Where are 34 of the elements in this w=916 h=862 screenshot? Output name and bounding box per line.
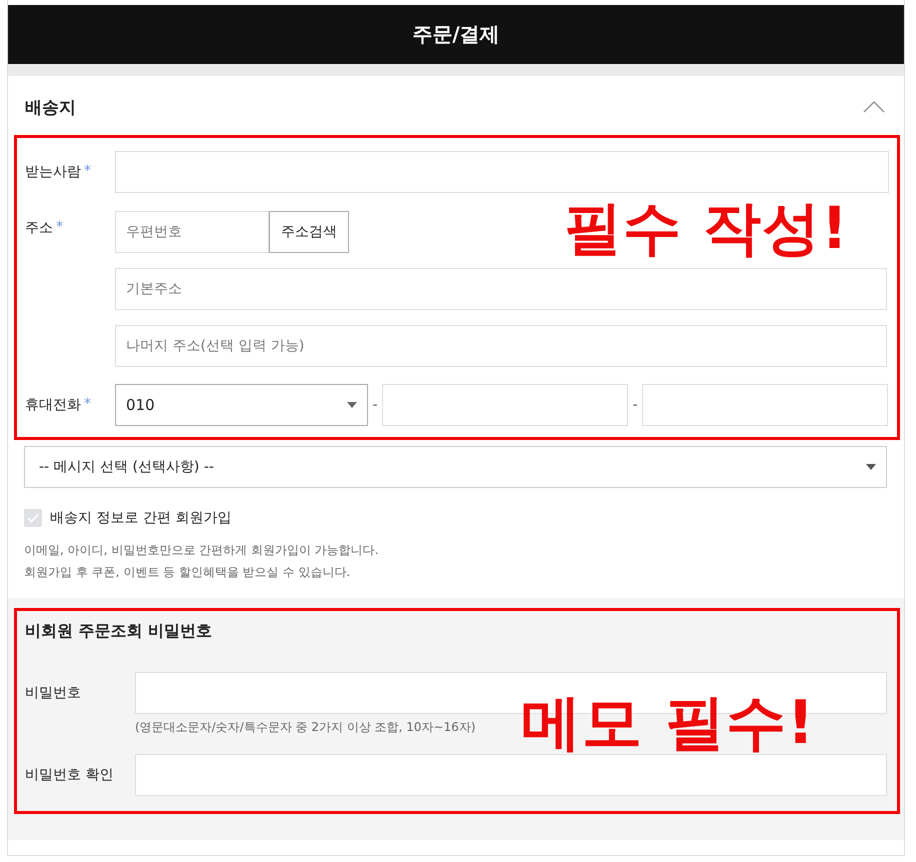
- phone-prefix-select[interactable]: 010: [115, 384, 368, 426]
- message-select[interactable]: -- 메시지 선택 (선택사항) --: [24, 446, 887, 488]
- field-label: 비밀번호 확인: [25, 766, 114, 784]
- required-mark: *: [84, 396, 91, 414]
- field-label: 주소: [25, 219, 53, 237]
- section-title: 비회원 주문조회 비밀번호: [25, 621, 214, 642]
- password-confirm-input[interactable]: [135, 754, 887, 796]
- info-note: 회원가입 후 쿠폰, 이벤트 등 할인혜택을 받으실 수 있습니다.: [24, 564, 352, 581]
- chevron-icon[interactable]: [863, 101, 885, 113]
- signup-checkbox[interactable]: [24, 509, 42, 527]
- address-search-button[interactable]: 주소검색: [269, 211, 349, 253]
- info-note: 이메일, 아이디, 비밀번호만으로 간편하게 회원가입이 가능합니다.: [24, 542, 380, 559]
- required-mark: *: [84, 163, 91, 181]
- field-label: 받는사람: [25, 163, 81, 181]
- separator: -: [631, 397, 639, 413]
- required-mark: *: [56, 219, 63, 237]
- field-label: 휴대전화: [25, 396, 81, 414]
- section-title: 배송지: [25, 96, 76, 118]
- phone-input[interactable]: [642, 384, 888, 426]
- dropdown-icon: [866, 464, 876, 470]
- page-title: 주문/결제: [412, 21, 500, 48]
- password-hint: (영문대소문자/숫자/특수문자 중 2가지 이상 조합, 10자~16자): [135, 719, 477, 736]
- annotation-text: 메모 필수!: [521, 687, 816, 760]
- base-address-input[interactable]: 기본주소: [115, 268, 887, 310]
- field-label: 비밀번호: [25, 684, 82, 702]
- check-icon: [27, 513, 39, 523]
- phone-input[interactable]: [382, 384, 628, 426]
- zip-code-input[interactable]: 우편번호: [115, 211, 269, 253]
- recipient-input[interactable]: [115, 151, 889, 193]
- annotation-text: 필수 작성!: [564, 193, 849, 264]
- separator: -: [371, 397, 379, 413]
- checkbox-label: 배송지 정보로 간편 회원가입: [50, 509, 232, 527]
- dropdown-icon: [347, 402, 357, 408]
- detail-address-input[interactable]: 나머지 주소(선택 입력 가능): [115, 325, 887, 367]
